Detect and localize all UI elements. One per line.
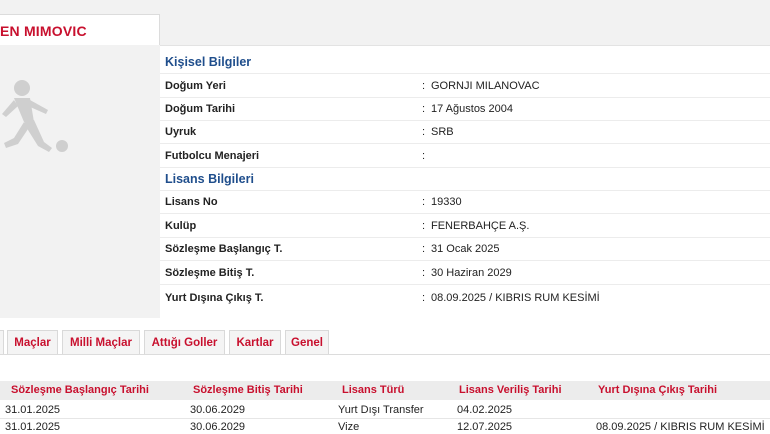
divider [160, 237, 770, 238]
divider [160, 97, 770, 98]
tab-national-matches[interactable]: Milli Maçlar [62, 330, 140, 354]
colon: : [422, 150, 426, 162]
table-cell: 31.01.2025 [5, 421, 61, 433]
abroad-exit-label: Yurt Dışına Çıkış T. [165, 292, 264, 304]
tab-cards[interactable]: Kartlar [229, 330, 281, 354]
club-label: Kulüp [165, 220, 197, 232]
birthdate-value: 17 Ağustos 2004 [431, 103, 513, 115]
divider [160, 167, 770, 168]
table-cell: 08.09.2025 / KIBRIS RUM KESİMİ [596, 421, 765, 433]
row-divider [0, 418, 770, 419]
divider [160, 284, 770, 285]
contract-start-value: 31 Ocak 2025 [431, 243, 500, 255]
divider [160, 213, 770, 214]
col-license-type: Lisans Türü [342, 384, 405, 396]
nationality-label: Uyruk [165, 126, 197, 138]
colon: : [422, 267, 426, 279]
player-info-panel: Kişisel Bilgiler Doğum Yeri : GORNJI MIL… [160, 45, 770, 319]
birthplace-label: Doğum Yeri [165, 80, 226, 92]
divider [160, 190, 770, 191]
birthplace-value: GORNJI MILANOVAC [431, 80, 540, 92]
table-cell: Yurt Dışı Transfer [338, 404, 424, 416]
table-cell: Vize [338, 421, 360, 433]
divider [160, 143, 770, 144]
tab-previous[interactable] [0, 330, 4, 354]
table-cell: 30.06.2029 [190, 421, 246, 433]
colon: : [422, 220, 426, 232]
table-cell: 30.06.2029 [190, 404, 246, 416]
contract-start-label: Sözleşme Başlangıç T. [165, 243, 283, 255]
contract-end-label: Sözleşme Bitiş T. [165, 267, 255, 279]
personal-info-title: Kişisel Bilgiler [165, 55, 252, 69]
tabs-underline [0, 354, 770, 355]
license-info-title: Lisans Bilgileri [165, 172, 254, 186]
tab-goals[interactable]: Attığı Goller [144, 330, 225, 354]
colon: : [422, 126, 426, 138]
club-value: FENERBAHÇE A.Ş. [431, 220, 530, 232]
abroad-exit-value: 08.09.2025 / KIBRIS RUM KESİMİ [431, 292, 600, 304]
nationality-value: SRB [431, 126, 454, 138]
colon: : [422, 80, 426, 92]
tab-matches[interactable]: Maçlar [7, 330, 58, 354]
colon: : [422, 196, 426, 208]
divider [160, 260, 770, 261]
colon: : [422, 103, 426, 115]
table-cell: 31.01.2025 [5, 404, 61, 416]
tab-general[interactable]: Genel [285, 330, 329, 354]
player-tabs: Maçlar Milli Maçlar Attığı Goller Kartla… [0, 330, 770, 354]
col-contract-start: Sözleşme Başlangıç Tarihi [11, 384, 149, 396]
colon: : [422, 292, 426, 304]
divider [160, 120, 770, 121]
col-contract-end: Sözleşme Bitiş Tarihi [193, 384, 303, 396]
license-no-label: Lisans No [165, 196, 218, 208]
birthdate-label: Doğum Tarihi [165, 103, 236, 115]
agent-label: Futbolcu Menajeri [165, 150, 260, 162]
contract-end-value: 30 Haziran 2029 [431, 267, 512, 279]
table-cell: 12.07.2025 [457, 421, 513, 433]
player-name: EN MIMOVIC [0, 23, 87, 39]
col-abroad-exit: Yurt Dışına Çıkış Tarihi [598, 384, 717, 396]
divider [160, 73, 770, 74]
table-cell: 04.02.2025 [457, 404, 513, 416]
license-no-value: 19330 [431, 196, 462, 208]
colon: : [422, 243, 426, 255]
player-silhouette-icon [2, 80, 68, 152]
col-license-date: Lisans Veriliş Tarihi [459, 384, 562, 396]
